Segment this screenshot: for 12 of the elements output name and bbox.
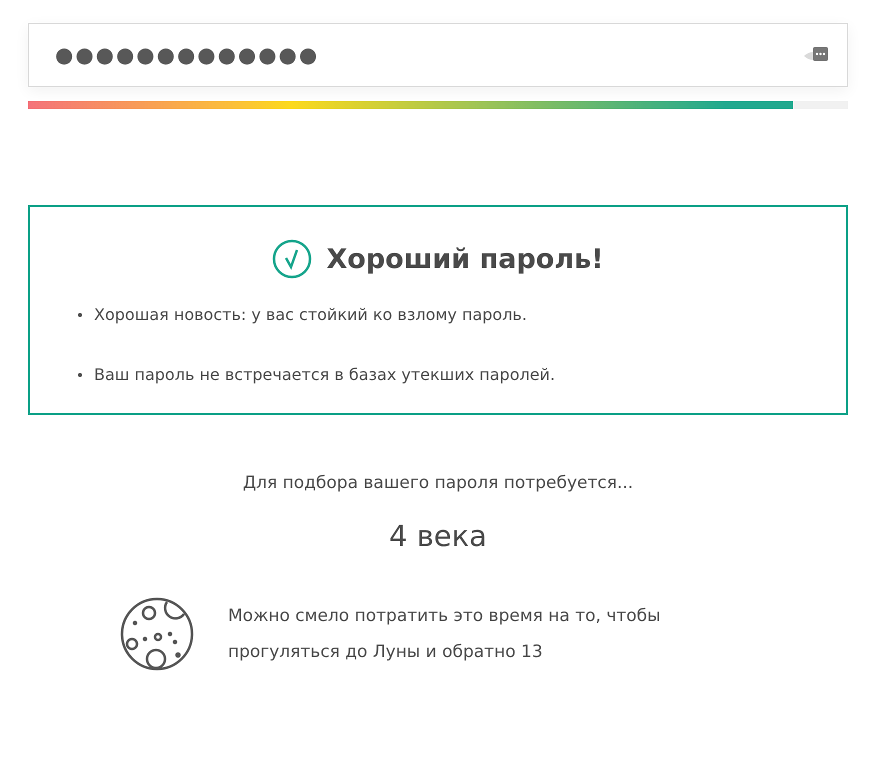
comparison-text: Можно смело потратить это время на то, чтобы прогуляться до Луны и обратно 13 (228, 605, 662, 664)
masked-password: ●●●●●●●●●●●●● (55, 43, 320, 67)
result-note: Ваш пароль не встречается в базах утекших паролей. (94, 364, 556, 386)
result-note: Хорошая новость: у вас стойкий ко взлому пароль. (94, 304, 527, 326)
crack-time-value: 4 века (388, 519, 488, 553)
moon-icon (120, 597, 194, 671)
password-field[interactable]: ●●●●●●●●●●●●● (28, 23, 848, 87)
check-circle-icon (272, 239, 312, 279)
bullet-icon (78, 313, 82, 317)
bullet-icon (78, 373, 82, 377)
result-title: Хороший пароль! (326, 244, 604, 274)
crack-time-caption: Для подбора вашего пароля потребуется... (242, 473, 634, 493)
